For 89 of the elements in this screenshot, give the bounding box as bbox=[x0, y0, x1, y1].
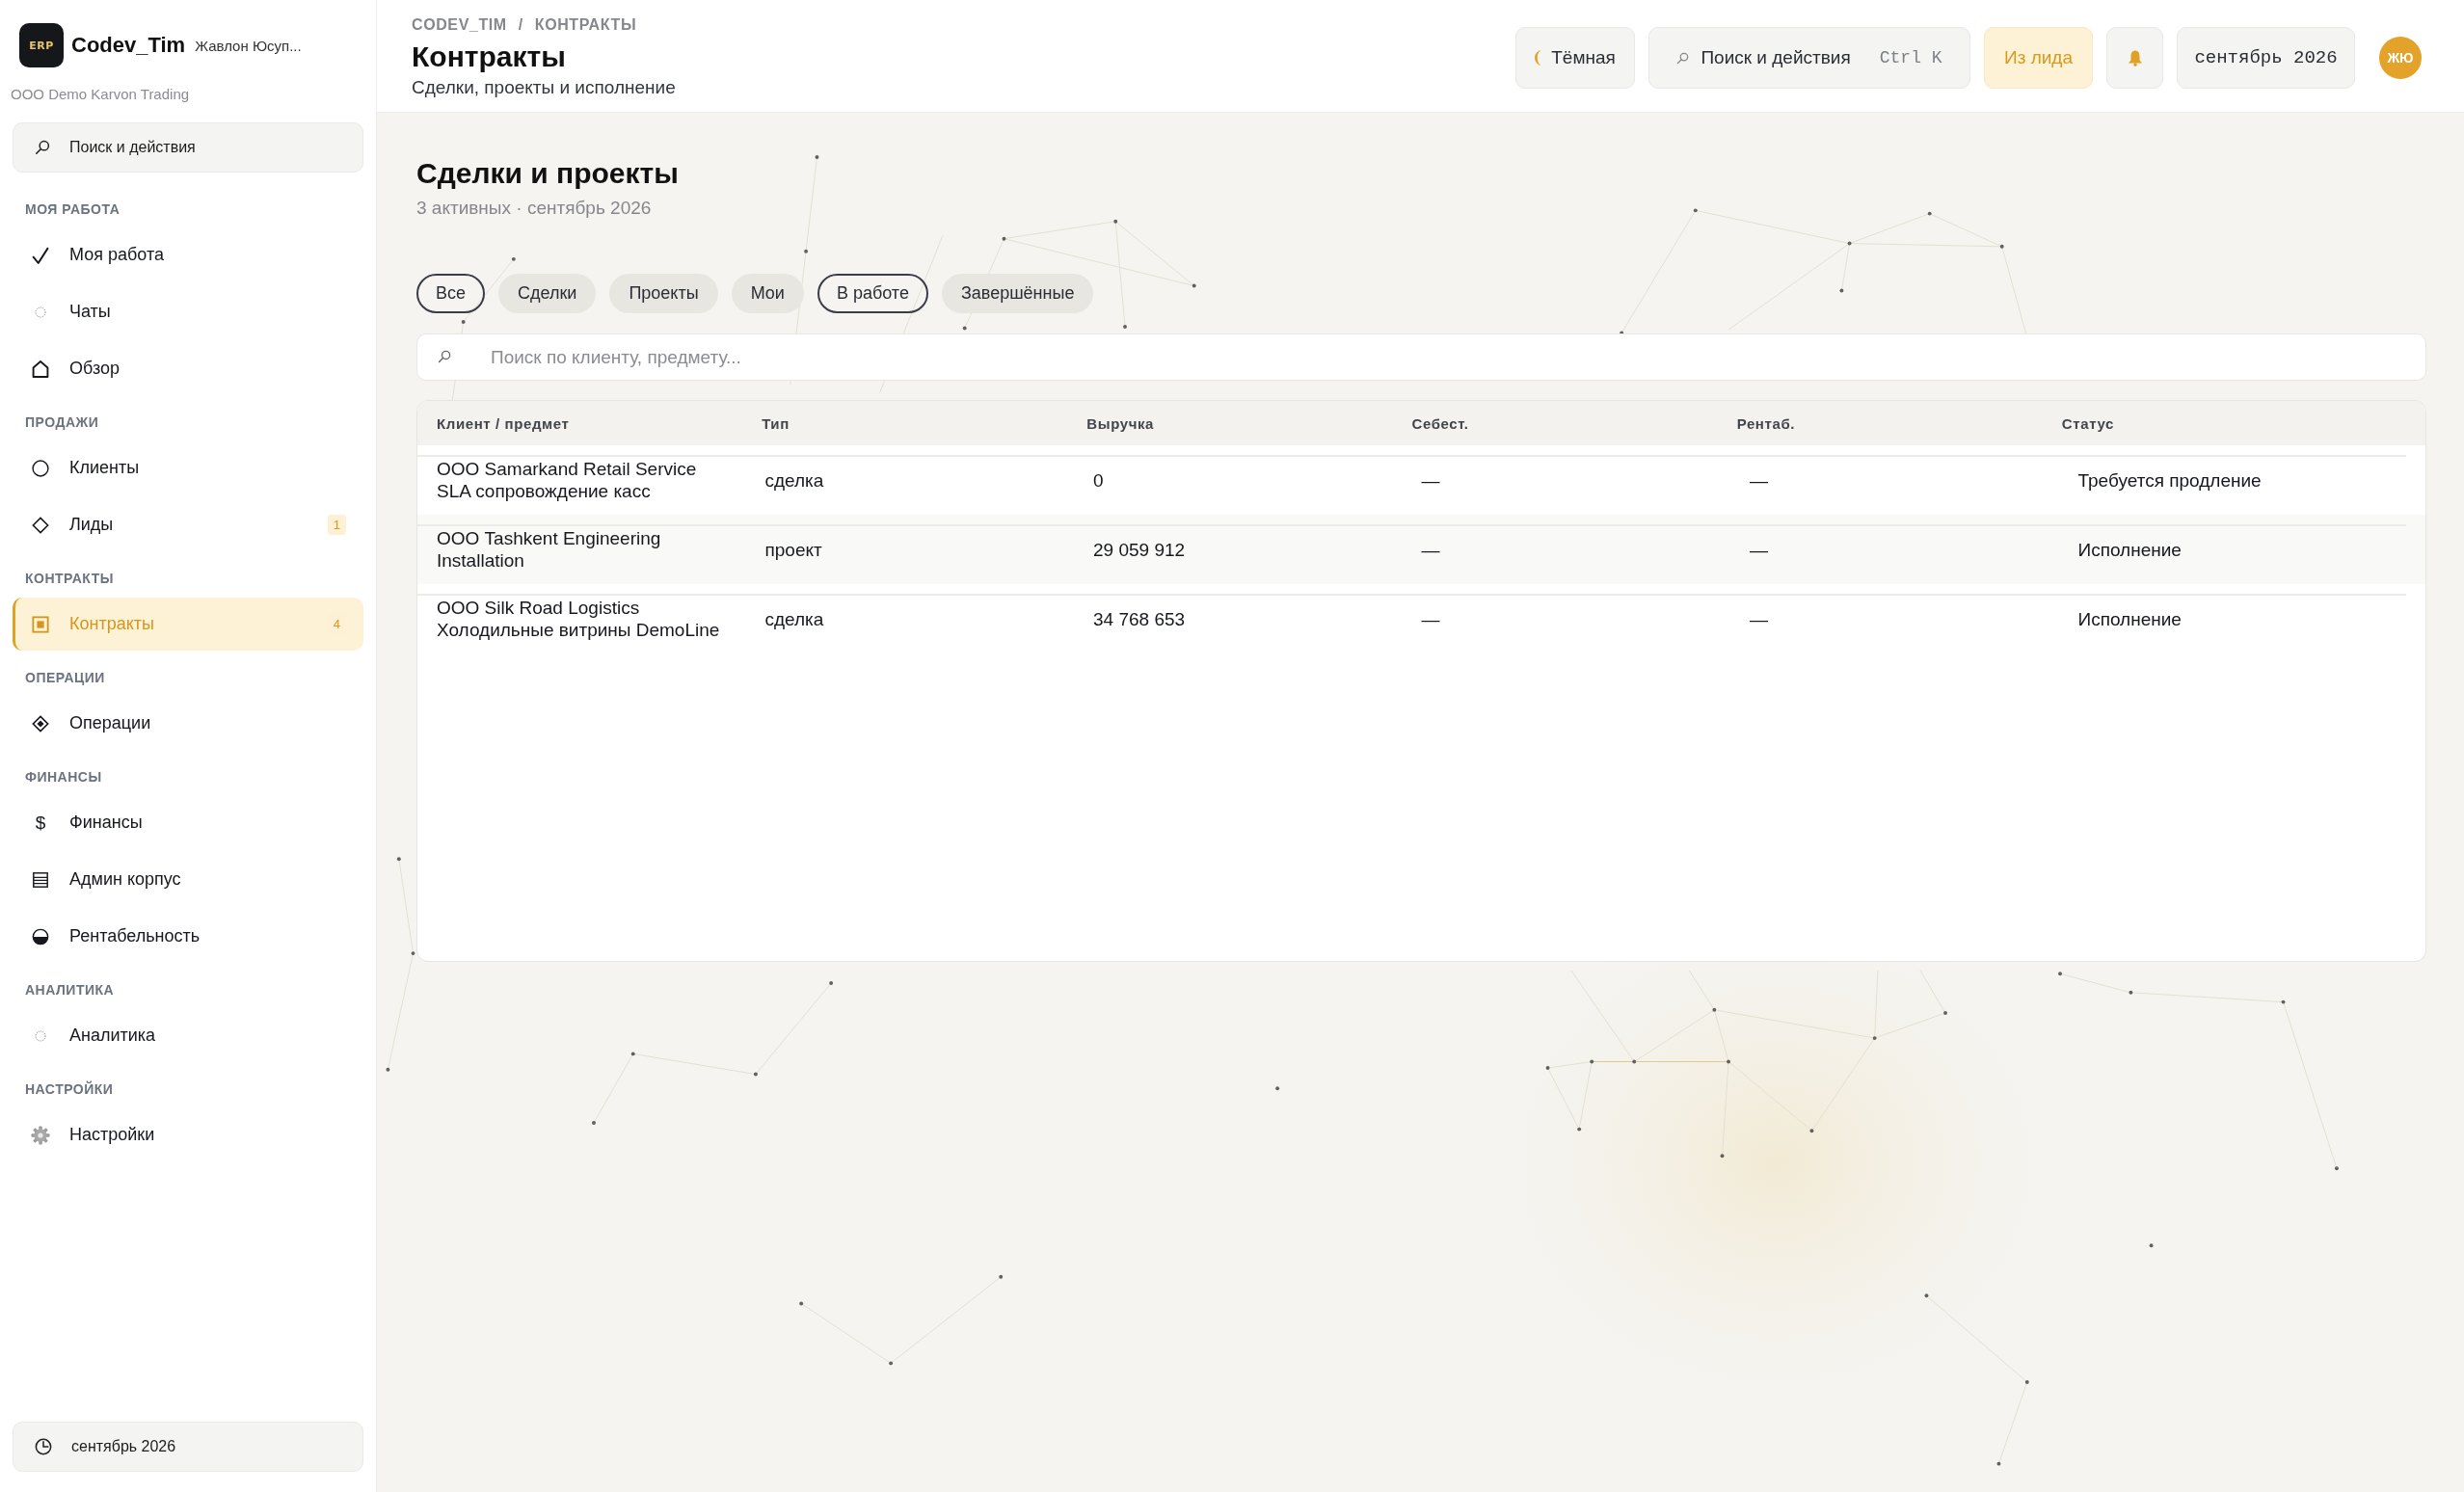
filter-chip[interactable]: В работе bbox=[817, 274, 928, 313]
nav-item[interactable]: Обзор bbox=[13, 342, 363, 395]
section-label: МОЯ РАБОТА bbox=[24, 200, 121, 219]
breadcrumb-link[interactable]: CODEV_TIM bbox=[412, 15, 507, 35]
section-label: НАСТРОЙКИ bbox=[24, 1079, 115, 1099]
filter-chip[interactable]: Сделки bbox=[498, 274, 597, 313]
section-title: Сделки и проекты bbox=[416, 156, 680, 191]
section-summary: 3 активных · сентябрь 2026 bbox=[416, 197, 653, 220]
table-cell-text: Исполнение bbox=[2077, 607, 2183, 630]
nav-item[interactable]: Настройки bbox=[13, 1108, 363, 1161]
nav-item[interactable]: Чаты bbox=[13, 285, 363, 338]
diamond-icon bbox=[32, 516, 49, 534]
search-button[interactable]: Поиск и действия bbox=[13, 122, 363, 173]
section-label: ФИНАНСЫ bbox=[24, 768, 103, 786]
table-cell-text: — bbox=[1750, 468, 1769, 492]
count-badge: 1 bbox=[327, 515, 346, 535]
app-logo: ERP bbox=[19, 23, 64, 67]
nav-item[interactable]: Админ корпус bbox=[13, 853, 363, 906]
square-icon bbox=[32, 615, 49, 633]
search-icon bbox=[438, 350, 451, 363]
table-row[interactable]: ООО Tashkent Engineering Installation проект 29 059 912 — — Исполнение bbox=[417, 515, 2425, 584]
gear-icon bbox=[31, 1125, 50, 1145]
user-name: Жавлон Юсуп... bbox=[195, 37, 302, 54]
half-circle-icon bbox=[32, 927, 49, 946]
nav-item[interactable]: Рентабельность bbox=[13, 910, 363, 963]
theme-toggle-button[interactable]: Тёмная bbox=[1515, 27, 1635, 89]
house-icon bbox=[32, 360, 49, 378]
deal-subject: SLA сопровождение касс bbox=[437, 480, 652, 502]
section-label: КОНТРАКТЫ bbox=[24, 570, 115, 588]
column-header: Статус bbox=[2061, 414, 2115, 432]
table-cell-text: — bbox=[1750, 538, 1769, 561]
table-cell-text: Требуется продление bbox=[2077, 468, 2263, 492]
search-field[interactable]: Поиск по клиенту, предмету... bbox=[416, 333, 2426, 381]
table-cell-text: — bbox=[1750, 607, 1769, 630]
shortcut-hint: Ctrl K bbox=[1879, 48, 1942, 67]
deal-subject: Холодильные витрины DemoLine bbox=[437, 619, 721, 641]
list-icon bbox=[32, 870, 49, 889]
search-button[interactable]: Поиск и действия Ctrl K bbox=[1648, 27, 1970, 89]
period-button[interactable]: сентябрь 2026 bbox=[2177, 27, 2355, 89]
table-cell-text: — bbox=[1421, 538, 1441, 561]
filter-chip[interactable]: Мои bbox=[731, 274, 804, 313]
table-cell-text: — bbox=[1421, 468, 1441, 492]
column-header: Тип bbox=[762, 414, 790, 432]
column-header: Себест. bbox=[1411, 414, 1470, 432]
circle-icon bbox=[32, 459, 49, 477]
dotted-circle-icon bbox=[35, 1029, 46, 1042]
breadcrumb-separator: / bbox=[518, 15, 523, 35]
nav-item[interactable]: Лиды 1 bbox=[13, 498, 363, 551]
client-name: ООО Silk Road Logistics bbox=[437, 597, 641, 619]
table-cell-text: Исполнение bbox=[2077, 538, 2183, 561]
column-header: Рентаб. bbox=[1736, 414, 1796, 432]
notifications-button[interactable] bbox=[2106, 27, 2163, 89]
column-header: Выручка bbox=[1086, 414, 1156, 432]
bell-icon bbox=[2127, 49, 2143, 67]
table-cell-text: — bbox=[1421, 607, 1441, 630]
nav-item[interactable]: Клиенты bbox=[13, 441, 363, 494]
client-name: ООО Samarkand Retail Service bbox=[437, 458, 698, 480]
table-cell-text: 29 059 912 bbox=[1093, 538, 1187, 561]
page-subtitle: Сделки, проекты и исполнение bbox=[412, 76, 676, 99]
table-cell-text: сделка bbox=[764, 468, 825, 492]
nav-item[interactable]: Операции bbox=[13, 697, 363, 750]
deal-subject: Installation bbox=[437, 549, 525, 572]
nav-item[interactable]: Моя работа bbox=[13, 228, 363, 281]
dollar-icon: $ bbox=[35, 813, 46, 833]
period-button[interactable]: сентябрь 2026 bbox=[13, 1422, 363, 1472]
filter-chip[interactable]: Проекты bbox=[609, 274, 718, 313]
column-header: Клиент / предмет bbox=[437, 414, 571, 432]
section-label: АНАЛИТИКА bbox=[24, 981, 116, 999]
filter-chip[interactable]: Завершённые bbox=[941, 274, 1094, 313]
clock-icon bbox=[35, 1438, 52, 1455]
page-title: Контракты bbox=[412, 40, 567, 74]
nav-item[interactable]: Аналитика bbox=[13, 1009, 363, 1062]
dotted-circle-icon bbox=[35, 306, 46, 318]
table-cell-text: 0 bbox=[1093, 468, 1105, 492]
table-cell-text: проект bbox=[764, 538, 823, 561]
search-icon bbox=[1676, 51, 1690, 65]
table-cell-text: 34 768 653 bbox=[1093, 607, 1187, 630]
nav-item[interactable]: $ Финансы bbox=[13, 796, 363, 849]
section-label: ПРОДАЖИ bbox=[24, 413, 100, 432]
section-label: ОПЕРАЦИИ bbox=[24, 669, 106, 687]
moon-icon bbox=[1535, 50, 1543, 66]
table-cell-text: сделка bbox=[764, 607, 825, 630]
breadcrumb-current: КОНТРАКТЫ bbox=[534, 15, 637, 35]
organization-name: ООО Demo Karvon Trading bbox=[11, 85, 191, 104]
client-name: ООО Tashkent Engineering bbox=[437, 527, 662, 549]
search-icon bbox=[35, 140, 50, 155]
filter-chip[interactable]: Все bbox=[416, 274, 486, 313]
checkmark-icon bbox=[32, 246, 49, 264]
app-name: Codev_Tim bbox=[71, 33, 186, 58]
